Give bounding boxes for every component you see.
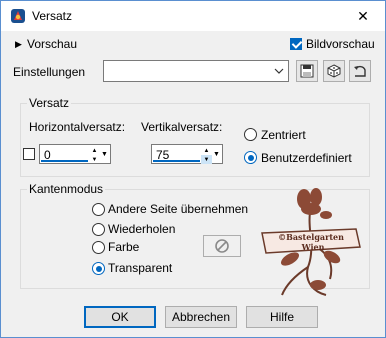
- settings-label: Einstellungen: [13, 65, 86, 79]
- offset-group-label: Versatz: [27, 96, 72, 110]
- reset-button[interactable]: [349, 60, 371, 82]
- title-bar: Versatz ✕: [1, 1, 385, 31]
- color-radio[interactable]: [92, 241, 105, 254]
- color-radio-label: Farbe: [108, 240, 140, 254]
- dropdown-arrow-icon[interactable]: ▼: [212, 150, 221, 159]
- reset-icon: [354, 65, 366, 77]
- offset-checkbox[interactable]: [23, 148, 35, 160]
- ok-button[interactable]: OK: [84, 306, 156, 328]
- cancel-button[interactable]: Abbrechen: [165, 306, 237, 328]
- down-arrow-icon[interactable]: ▼: [89, 155, 100, 164]
- up-arrow-icon[interactable]: ▲: [89, 146, 100, 155]
- center-radio[interactable]: [244, 128, 257, 141]
- color-swatch-button[interactable]: [203, 235, 241, 257]
- offset-group: [20, 103, 370, 177]
- wrap-radio[interactable]: [92, 203, 105, 216]
- repeat-radio[interactable]: [92, 223, 105, 236]
- expand-arrow-icon[interactable]: ▶: [15, 39, 22, 50]
- help-button[interactable]: Hilfe: [246, 306, 318, 328]
- preview-toggle[interactable]: Vorschau: [27, 37, 77, 51]
- bildvorschau-label: Bildvorschau: [306, 37, 375, 51]
- transparent-radio-label: Transparent: [108, 261, 173, 275]
- vertical-offset-label: Vertikalversatz:: [141, 120, 223, 134]
- horizontal-offset-label: Horizontalversatz:: [29, 120, 126, 134]
- transparent-radio[interactable]: [92, 262, 105, 275]
- bildvorschau-checkbox[interactable]: [290, 38, 302, 50]
- chevron-down-icon: [274, 68, 284, 74]
- horizontal-offset-underline: [41, 160, 88, 162]
- versatz-dialog: Versatz ✕ ▶ Vorschau Bildvorschau Einste…: [0, 0, 386, 338]
- repeat-radio-label: Wiederholen: [108, 222, 176, 236]
- up-arrow-icon[interactable]: ▲: [201, 146, 212, 155]
- vertical-offset-underline: [153, 160, 200, 162]
- horizontal-offset-arrows[interactable]: ▲ ▼: [89, 146, 100, 164]
- save-icon: [300, 64, 314, 78]
- no-color-icon: [215, 239, 229, 253]
- vertical-offset-arrows[interactable]: ▲ ▼: [201, 146, 212, 164]
- watermark-line1: ©Bastelgarten: [278, 232, 344, 242]
- edge-mode-group-label: Kantenmodus: [27, 182, 106, 196]
- custom-radio[interactable]: [244, 151, 257, 164]
- watermark-line2: Wien: [301, 242, 325, 252]
- center-radio-label: Zentriert: [261, 128, 306, 142]
- wrap-radio-label: Andere Seite übernehmen: [108, 202, 249, 216]
- watermark-flower-logo: ©Bastelgarten Wien: [261, 188, 361, 296]
- randomize-button[interactable]: [323, 60, 345, 82]
- vertical-offset-spinner[interactable]: 75 ▲ ▼ ▼: [151, 144, 223, 164]
- horizontal-offset-spinner[interactable]: 0 ▲ ▼ ▼: [39, 144, 111, 164]
- dice-icon: [327, 64, 341, 78]
- settings-combo[interactable]: [103, 60, 289, 82]
- dropdown-arrow-icon[interactable]: ▼: [100, 150, 109, 159]
- app-icon: [11, 9, 25, 23]
- window-title: Versatz: [32, 9, 73, 23]
- close-button[interactable]: ✕: [341, 1, 385, 31]
- custom-radio-label: Benutzerdefiniert: [261, 151, 352, 165]
- down-arrow-icon[interactable]: ▼: [201, 155, 212, 164]
- save-preset-button[interactable]: [296, 60, 318, 82]
